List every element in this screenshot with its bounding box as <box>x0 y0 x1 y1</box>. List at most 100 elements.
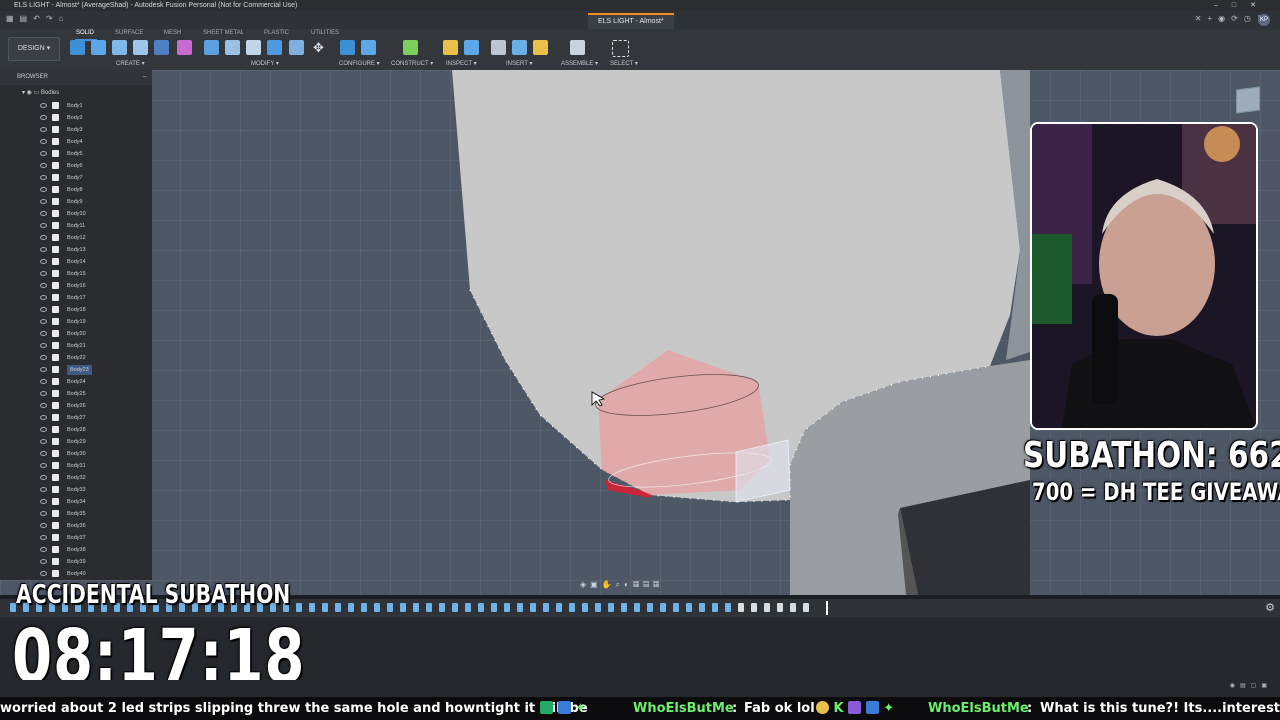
browser-body-item[interactable]: Body22 <box>38 353 148 365</box>
visibility-eye-icon[interactable] <box>40 199 47 204</box>
timeline-feature[interactable] <box>374 603 380 612</box>
browser-body-item[interactable]: Body3 <box>38 125 148 137</box>
assemble-joint-icon[interactable] <box>570 40 585 55</box>
insert-canvas-icon[interactable] <box>512 40 527 55</box>
browser-body-item[interactable]: Body15 <box>38 269 148 281</box>
browser-body-item[interactable]: Body6 <box>38 161 148 173</box>
group-modify[interactable]: MODIFY ▾ <box>251 60 279 67</box>
visibility-eye-icon[interactable] <box>40 427 47 432</box>
visibility-eye-icon[interactable] <box>40 211 47 216</box>
user-avatar[interactable]: KP <box>1258 14 1270 26</box>
interference-icon[interactable] <box>464 40 479 55</box>
timeline-feature[interactable] <box>621 603 627 612</box>
visibility-eye-icon[interactable] <box>40 535 47 540</box>
tab-mesh[interactable]: MESH <box>164 30 181 36</box>
visibility-eye-icon[interactable] <box>40 139 47 144</box>
timeline-feature[interactable] <box>569 603 575 612</box>
visibility-eye-icon[interactable] <box>40 451 47 456</box>
visibility-eye-icon[interactable] <box>40 547 47 552</box>
timeline-feature[interactable] <box>712 603 718 612</box>
window-controls[interactable]: –□✕ <box>1214 0 1270 11</box>
tab-solid[interactable]: SOLID <box>76 30 94 36</box>
timeline-feature[interactable] <box>725 603 731 612</box>
configure-icon[interactable] <box>340 40 355 55</box>
browser-body-item[interactable]: Body12 <box>38 233 148 245</box>
browser-body-item[interactable]: Body14 <box>38 257 148 269</box>
loft-icon[interactable] <box>154 40 169 55</box>
browser-body-item[interactable]: Body1 <box>38 101 148 113</box>
extrude-icon[interactable] <box>91 40 106 55</box>
timeline-feature[interactable] <box>738 603 744 612</box>
timeline-feature[interactable] <box>413 603 419 612</box>
timeline-settings-icon[interactable]: ⚙ <box>1265 601 1275 614</box>
browser-body-item[interactable]: Body17 <box>38 293 148 305</box>
browser-body-item[interactable]: Body28 <box>38 425 148 437</box>
shell-icon[interactable] <box>267 40 282 55</box>
visibility-eye-icon[interactable] <box>40 163 47 168</box>
visibility-eye-icon[interactable] <box>40 187 47 192</box>
timeline-feature[interactable] <box>777 603 783 612</box>
browser-body-item[interactable]: Body31 <box>38 461 148 473</box>
timeline-feature[interactable] <box>699 603 705 612</box>
visibility-eye-icon[interactable] <box>40 367 47 372</box>
visibility-eye-icon[interactable] <box>40 559 47 564</box>
group-assemble[interactable]: ASSEMBLE ▾ <box>561 60 598 67</box>
timeline-marker[interactable] <box>826 601 828 615</box>
timeline-feature[interactable] <box>335 603 341 612</box>
browser-body-item[interactable]: Body24 <box>38 377 148 389</box>
visibility-eye-icon[interactable] <box>40 463 47 468</box>
timeline-feature[interactable] <box>543 603 549 612</box>
timeline-feature[interactable] <box>530 603 536 612</box>
browser-body-item[interactable]: Body5 <box>38 149 148 161</box>
timeline-feature[interactable] <box>439 603 445 612</box>
browser-body-item[interactable]: Body13 <box>38 245 148 257</box>
timeline-feature[interactable] <box>504 603 510 612</box>
browser-body-item[interactable]: Body25 <box>38 389 148 401</box>
timeline-feature[interactable] <box>387 603 393 612</box>
view-cube-icon[interactable] <box>1236 86 1260 114</box>
timeline-feature[interactable] <box>582 603 588 612</box>
visibility-eye-icon[interactable] <box>40 571 47 576</box>
browser-body-item[interactable]: Body33 <box>38 485 148 497</box>
timeline-feature[interactable] <box>764 603 770 612</box>
timeline-feature[interactable] <box>478 603 484 612</box>
navigation-bar[interactable]: ◈▣✋⌕◐▦▤▦ <box>580 580 700 592</box>
browser-body-item[interactable]: Body2 <box>38 113 148 125</box>
browser-body-item[interactable]: Body34 <box>38 497 148 509</box>
visibility-eye-icon[interactable] <box>40 343 47 348</box>
timeline-feature[interactable] <box>309 603 315 612</box>
timeline-feature[interactable] <box>426 603 432 612</box>
timeline-feature[interactable] <box>348 603 354 612</box>
timeline-feature[interactable] <box>608 603 614 612</box>
visibility-eye-icon[interactable] <box>40 175 47 180</box>
browser-body-item[interactable]: Body35 <box>38 509 148 521</box>
tab-utilities[interactable]: UTILITIES <box>311 30 339 36</box>
browser-body-item[interactable]: Body4 <box>38 137 148 149</box>
visibility-eye-icon[interactable] <box>40 307 47 312</box>
visibility-eye-icon[interactable] <box>40 223 47 228</box>
visibility-eye-icon[interactable] <box>40 487 47 492</box>
visibility-eye-icon[interactable] <box>40 391 47 396</box>
sweep-icon[interactable] <box>133 40 148 55</box>
group-inspect[interactable]: INSPECT ▾ <box>446 60 477 67</box>
browser-body-item[interactable]: Body11 <box>38 221 148 233</box>
browser-body-item[interactable]: Body38 <box>38 545 148 557</box>
timeline-feature[interactable] <box>673 603 679 612</box>
insert-derive-icon[interactable] <box>491 40 506 55</box>
timeline-feature[interactable] <box>400 603 406 612</box>
form-icon[interactable] <box>177 40 192 55</box>
browser-body-item[interactable]: Body37 <box>38 533 148 545</box>
browser-body-item[interactable]: Body39 <box>38 557 148 569</box>
visibility-eye-icon[interactable] <box>40 259 47 264</box>
browser-body-item[interactable]: Body16 <box>38 281 148 293</box>
visibility-eye-icon[interactable] <box>40 379 47 384</box>
browser-body-item[interactable]: Body27 <box>38 413 148 425</box>
configure-table-icon[interactable] <box>361 40 376 55</box>
visibility-eye-icon[interactable] <box>40 247 47 252</box>
select-icon[interactable] <box>612 40 629 57</box>
visibility-eye-icon[interactable] <box>40 475 47 480</box>
timeline-feature[interactable] <box>361 603 367 612</box>
group-insert[interactable]: INSERT ▾ <box>506 60 532 67</box>
timeline-feature[interactable] <box>595 603 601 612</box>
chamfer-icon[interactable] <box>246 40 261 55</box>
